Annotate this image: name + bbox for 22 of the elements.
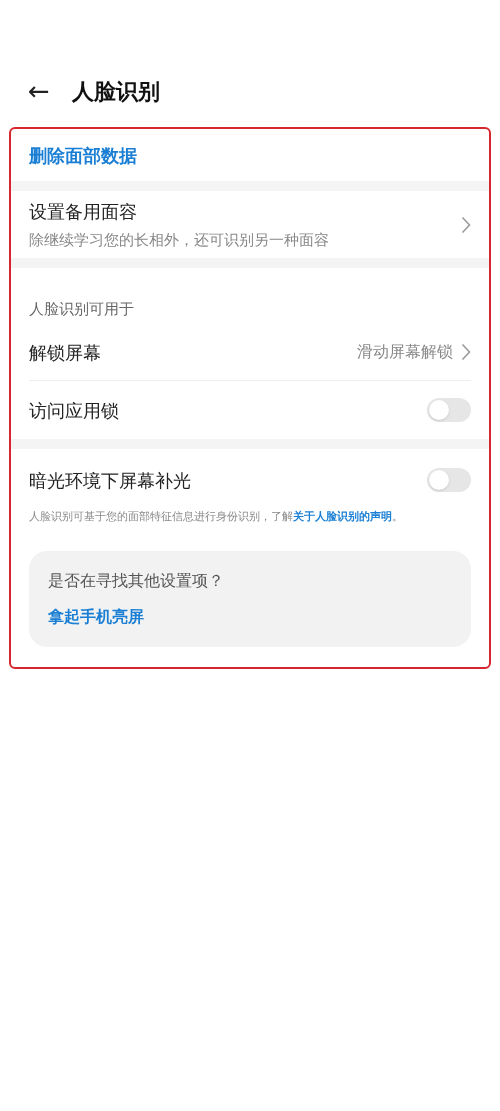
back-button[interactable]: ← bbox=[28, 78, 50, 104]
delete-face-data-link[interactable]: 删除面部数据 bbox=[29, 141, 137, 169]
toggle-switch[interactable] bbox=[427, 468, 471, 492]
setting-description: 除继续学习您的长相外，还可识别另一种面容 bbox=[29, 229, 329, 251]
setting-row[interactable]: 解锁屏幕 滑动屏幕解锁 bbox=[29, 324, 471, 380]
toggle-switch[interactable] bbox=[427, 398, 471, 422]
setting-label: 暗光环境下屏幕补光 bbox=[29, 468, 191, 493]
chevron-right-icon bbox=[461, 215, 471, 234]
suggestion-link[interactable]: 拿起手机亮屏 bbox=[48, 605, 452, 629]
chevron-right-icon bbox=[461, 343, 471, 361]
setting-label: 访问应用锁 bbox=[29, 398, 119, 423]
privacy-note: 人脸识别可基于您的面部特征信息进行身份识别，了解关于人脸识别的声明。 bbox=[29, 509, 404, 525]
setting-value: 滑动屏幕解锁 bbox=[357, 341, 453, 363]
section-heading: 人脸识别可用于 bbox=[29, 298, 134, 320]
setting-row[interactable]: 设置备用面容 除继续学习您的长相外，还可识别另一种面容 bbox=[11, 191, 489, 258]
setting-label: 解锁屏幕 bbox=[29, 340, 101, 365]
statement-link[interactable]: 关于人脸识别的声明 bbox=[293, 510, 392, 523]
setting-label: 设置备用面容 bbox=[29, 199, 138, 224]
setting-row[interactable]: 暗光环境下屏幕补光 bbox=[29, 451, 471, 509]
page-title: 人脸识别 bbox=[71, 77, 160, 106]
suggestion-question: 是否在寻找其他设置项？ bbox=[48, 570, 225, 592]
setting-row[interactable]: 访问应用锁 bbox=[29, 381, 471, 439]
